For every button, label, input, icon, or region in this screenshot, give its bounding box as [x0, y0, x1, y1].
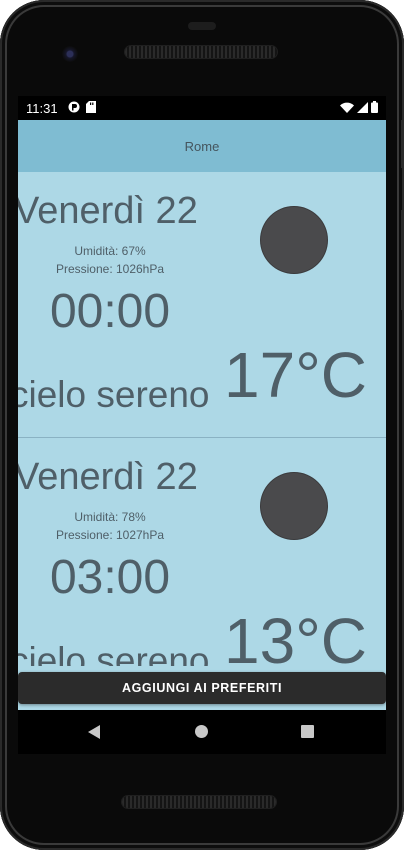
forecast-card[interactable]: Venerdì 22 Umidità: 78% Pressione: 1027h… — [18, 438, 386, 666]
forecast-list[interactable]: Venerdì 22 Umidità: 67% Pressione: 1026h… — [18, 172, 386, 666]
forecast-description: cielo sereno — [18, 640, 210, 666]
sd-card-icon — [85, 100, 96, 116]
back-icon[interactable] — [88, 725, 100, 739]
front-camera — [62, 46, 78, 62]
forecast-description: cielo sereno — [18, 374, 210, 415]
add-to-favorites-button[interactable]: AGGIUNGI AI PREFERITI — [18, 672, 386, 704]
sensor — [188, 22, 216, 30]
forecast-card[interactable]: Venerdì 22 Umidità: 67% Pressione: 1026h… — [18, 172, 386, 438]
forecast-pressure: Pressione: 1027hPa — [55, 528, 165, 542]
app-bar: Rome — [18, 120, 386, 172]
phone-frame: 11:31 Rome Venerdì 22 Umidità: 67% Press… — [0, 0, 404, 850]
forecast-hour: 03:00 — [49, 551, 171, 604]
wifi-icon — [340, 101, 354, 116]
forecast-temperature: 13°C — [224, 605, 367, 666]
navigation-bar — [18, 710, 386, 754]
status-time: 11:31 — [26, 100, 58, 116]
forecast-humidity: Umidità: 78% — [74, 510, 146, 524]
forecast-humidity: Umidità: 67% — [74, 244, 146, 258]
status-right-icons — [340, 100, 378, 116]
forecast-hour: 00:00 — [49, 285, 171, 338]
weather-icon — [261, 207, 327, 273]
forecast-temperature: 17°C — [224, 339, 367, 411]
status-bar: 11:31 — [18, 96, 386, 120]
screen: 11:31 Rome Venerdì 22 Umidità: 67% Press… — [18, 96, 386, 710]
earpiece-speaker — [125, 46, 277, 58]
recents-icon[interactable] — [301, 725, 314, 738]
app-notification-icon — [68, 101, 80, 116]
forecast-pressure: Pressione: 1026hPa — [55, 262, 165, 276]
bottom-speaker — [122, 796, 276, 808]
city-title: Rome — [184, 138, 220, 154]
forecast-day: Venerdì 22 — [18, 456, 198, 498]
signal-icon — [357, 101, 368, 116]
weather-icon — [261, 473, 327, 539]
home-icon[interactable] — [195, 725, 208, 738]
battery-icon — [371, 100, 378, 116]
forecast-day: Venerdì 22 — [18, 190, 198, 232]
